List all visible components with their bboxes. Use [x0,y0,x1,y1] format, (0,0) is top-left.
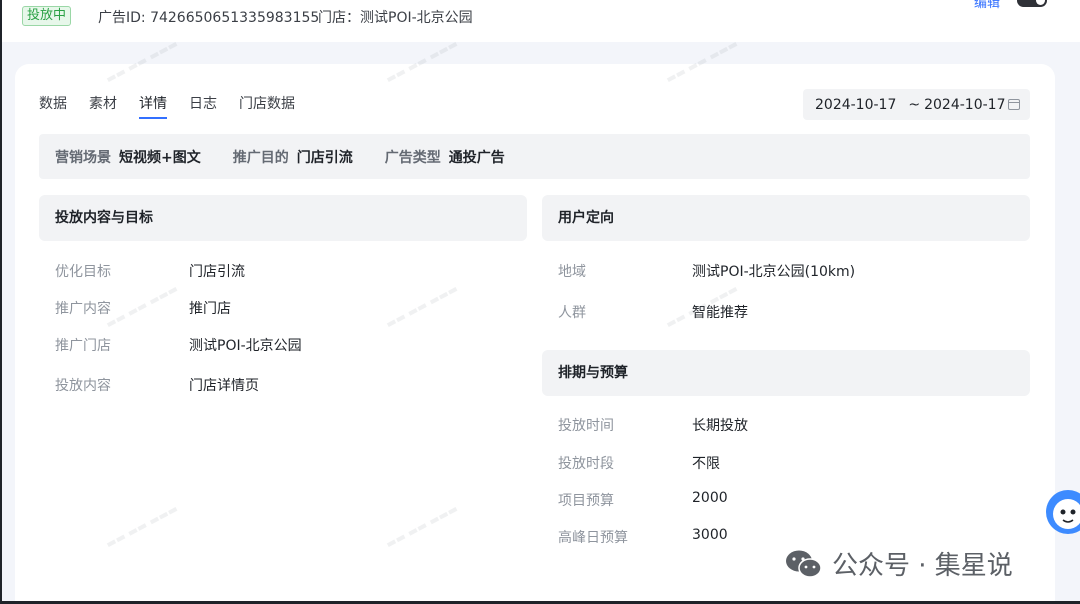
row-value: 门店引流 [189,264,245,280]
status-badge: 投放中 [22,6,72,26]
summary-key: 推广目的 [232,149,289,166]
row-label: 投放时段 [558,456,614,472]
summary-value: 短视频+图文 [119,149,201,166]
row-value: 不限 [692,456,720,472]
delivery-toggle[interactable] [1017,0,1047,7]
row-label: 优化目标 [55,264,111,280]
calendar-icon [1008,99,1020,110]
row-value: 长期投放 [692,418,748,434]
tab-material[interactable]: 素材 [89,94,117,120]
tab-store-data[interactable]: 门店数据 [239,94,295,120]
detail-card: 数据 素材 详情 日志 门店数据 2024-10-17 ~ 2024-10-17… [15,64,1055,604]
summary-bar: 营销场景 短视频+图文 推广目的 门店引流 广告类型 通投广告 [39,134,1030,179]
summary-value: 门店引流 [296,149,353,166]
tab-data[interactable]: 数据 [39,94,67,120]
row-label: 项目预算 [558,493,614,509]
row-value: 测试POI-北京公园(10km) [692,264,856,280]
row-label: 推广门店 [55,338,111,354]
tab-log[interactable]: 日志 [189,94,217,120]
top-bar: 投放中 广告ID: 7426650651335983155 门店：测试POI-北… [2,0,1080,42]
row-value: 推门店 [189,301,231,317]
row-label: 人群 [558,305,586,321]
row-label: 推广内容 [55,301,111,317]
date-separator: ~ [908,96,921,113]
date-end: 2024-10-17 [924,96,1006,113]
row-label: 高峰日预算 [558,530,628,546]
summary-purpose: 推广目的 门店引流 [233,147,353,167]
row-value: 3000 [692,527,728,543]
tab-detail[interactable]: 详情 [139,94,167,120]
wechat-icon [786,550,822,578]
wechat-brand: 公众号 · 集星说 [784,545,1013,582]
row-value: 门店详情页 [189,378,259,394]
summary-value: 通投广告 [448,149,505,166]
row-value: 智能推荐 [692,305,748,321]
page: 投放中 广告ID: 7426650651335983155 门店：测试POI-北… [0,0,1080,604]
edit-link[interactable]: 编辑 [974,0,1000,11]
store-text: 门店：测试POI-北京公园 [318,10,473,26]
summary-scene: 营销场景 短视频+图文 [55,147,201,167]
brand-text: 公众号 · 集星说 [832,551,1013,581]
summary-key: 广告类型 [384,149,441,166]
section-title-content: 投放内容与目标 [39,195,527,241]
section-title-targeting: 用户定向 [542,195,1030,241]
ad-id-text: 广告ID: 7426650651335983155 [98,10,320,26]
row-label: 投放时间 [558,418,614,434]
row-label: 投放内容 [55,378,111,394]
section-title-schedule: 排期与预算 [542,350,1030,396]
row-label: 地域 [558,264,586,280]
tab-bar: 数据 素材 详情 日志 门店数据 [39,94,317,120]
summary-ad-type: 广告类型 通投广告 [385,147,505,167]
row-value: 2000 [692,490,728,506]
assistant-mascot-icon[interactable] [1042,482,1080,544]
row-value: 测试POI-北京公园 [189,338,302,354]
summary-key: 营销场景 [55,149,111,166]
date-range-picker[interactable]: 2024-10-17 ~ 2024-10-17 [803,89,1030,120]
date-start: 2024-10-17 [815,96,897,113]
